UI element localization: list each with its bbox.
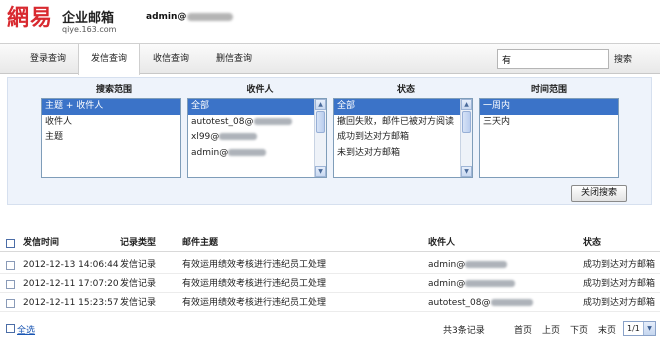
row-status: 成功到达对方邮箱 — [583, 298, 656, 308]
scroll-thumb[interactable] — [462, 111, 471, 133]
row-status: 成功到达对方邮箱 — [583, 279, 656, 289]
row-type: 发信记录 — [120, 260, 157, 270]
row-time: 2012-12-13 14:06:44 — [23, 260, 119, 270]
redacted-domain — [187, 12, 234, 21]
scope-listbox[interactable]: 主题 + 收件人 收件人 主题 — [41, 98, 181, 178]
scroll-up-icon[interactable]: ▲ — [315, 99, 326, 110]
status-scrollbar[interactable]: ▲ ▼ — [460, 99, 472, 177]
filter-time-title: 时间范围 — [530, 85, 567, 95]
table-row[interactable]: 2012-12-13 14:06:44 发信记录 有效运用绩效考核进行违纪员工处… — [0, 256, 660, 274]
scope-option[interactable]: 主题 — [42, 130, 180, 146]
scope-option[interactable]: 收件人 — [42, 115, 180, 131]
filter-scope-title: 搜索范围 — [95, 85, 132, 95]
recipient-listbox[interactable]: 全部 autotest_08@ xl99@ admin@ ▲ ▼ — [187, 98, 327, 178]
status-option[interactable]: 撤回失败，邮件已被对方阅读 — [334, 115, 472, 131]
table-header-row: 发信时间 记录类型 邮件主题 收件人 状态 — [0, 234, 660, 252]
row-type: 发信记录 — [120, 279, 157, 289]
row-status: 成功到达对方邮箱 — [583, 260, 656, 270]
prev-page-link[interactable]: 上页 — [542, 323, 560, 336]
status-listbox[interactable]: 全部 撤回失败，邮件已被对方阅读 成功到达对方邮箱 未到达对方邮箱 ▲ ▼ — [333, 98, 473, 178]
row-time: 2012-12-11 17:07:20 — [23, 279, 119, 289]
row-subject[interactable]: 有效运用绩效考核进行违纪员工处理 — [182, 294, 326, 312]
time-range-listbox[interactable]: 一周内 三天内 — [479, 98, 619, 178]
redacted-domain — [490, 299, 533, 306]
recipient-scrollbar[interactable]: ▲ ▼ — [314, 99, 326, 177]
tab-delete-query[interactable]: 删信查询 — [205, 44, 263, 74]
table-row[interactable]: 2012-12-11 17:07:20 发信记录 有效运用绩效考核进行违纪员工处… — [0, 275, 660, 293]
status-option[interactable]: 未到达对方邮箱 — [334, 146, 472, 162]
recipient-option[interactable]: autotest_08@ — [188, 115, 326, 131]
redacted-domain — [465, 261, 508, 268]
row-recipient: admin@ — [428, 275, 516, 293]
netease-logo: 網易 — [7, 5, 54, 31]
column-header-time: 发信时间 — [23, 238, 60, 248]
record-count: 共3条记录 — [443, 326, 485, 336]
table-footer: 全选 共3条记录 首页 上页 下页 末页 1/1 ▼ — [0, 320, 660, 338]
last-page-link[interactable]: 末页 — [598, 323, 616, 336]
tab-login-query[interactable]: 登录查询 — [19, 44, 77, 74]
column-header-subject: 邮件主题 — [182, 238, 219, 248]
time-range-option[interactable]: 一周内 — [480, 99, 618, 115]
tab-receive-query[interactable]: 收信查询 — [142, 44, 200, 74]
scroll-down-icon[interactable]: ▼ — [315, 166, 326, 177]
redacted-domain — [253, 117, 292, 125]
account-user: admin@ — [146, 12, 187, 22]
row-checkbox[interactable] — [6, 299, 15, 308]
app-header: 網易 企业邮箱 qiye.163.com admin@ — [0, 0, 660, 42]
filter-recipient-title: 收件人 — [246, 85, 274, 95]
time-range-option[interactable]: 三天内 — [480, 115, 618, 131]
row-recipient: autotest_08@ — [428, 294, 533, 312]
redacted-domain — [228, 148, 267, 156]
row-subject[interactable]: 有效运用绩效考核进行违纪员工处理 — [182, 275, 326, 293]
scroll-down-icon[interactable]: ▼ — [461, 166, 472, 177]
select-all-link[interactable]: 全选 — [17, 323, 35, 336]
scope-option[interactable]: 主题 + 收件人 — [42, 99, 180, 115]
column-header-recipient: 收件人 — [428, 238, 456, 248]
row-time: 2012-12-11 15:23:57 — [23, 298, 119, 308]
row-checkbox[interactable] — [6, 261, 15, 270]
first-page-link[interactable]: 首页 — [514, 323, 532, 336]
close-search-button[interactable]: 关闭搜索 — [571, 185, 627, 202]
recipient-option[interactable]: 全部 — [188, 99, 326, 115]
query-tabbar: 登录查询 发信查询 收信查询 删信查询 搜索 — [0, 43, 660, 75]
select-all-checkbox[interactable] — [6, 324, 15, 333]
row-type: 发信记录 — [120, 298, 157, 308]
search-filter-panel: 搜索范围 收件人 状态 时间范围 主题 + 收件人 收件人 主题 全部 auto… — [7, 77, 652, 205]
scroll-thumb[interactable] — [316, 111, 325, 133]
tab-send-query[interactable]: 发信查询 — [78, 44, 140, 75]
column-header-status: 状态 — [583, 238, 602, 248]
select-all-checkbox[interactable] — [6, 239, 15, 248]
recipient-option[interactable]: admin@ — [188, 146, 326, 162]
search-input[interactable] — [497, 49, 609, 69]
account-name: admin@ — [146, 12, 234, 22]
product-title: 企业邮箱 — [62, 11, 115, 26]
chevron-down-icon[interactable]: ▼ — [643, 322, 655, 335]
product-subtitle: qiye.163.com — [62, 25, 117, 34]
column-header-type: 记录类型 — [120, 238, 157, 248]
row-checkbox[interactable] — [6, 280, 15, 289]
filter-status-title: 状态 — [396, 85, 415, 95]
page-select[interactable]: 1/1 ▼ — [623, 321, 656, 336]
recipient-option[interactable]: xl99@ — [188, 130, 326, 146]
scroll-up-icon[interactable]: ▲ — [461, 99, 472, 110]
status-option[interactable]: 成功到达对方邮箱 — [334, 130, 472, 146]
redacted-domain — [219, 133, 258, 140]
search-button[interactable]: 搜索 — [614, 52, 632, 65]
row-recipient: admin@ — [428, 256, 508, 274]
table-row[interactable]: 2012-12-11 15:23:57 发信记录 有效运用绩效考核进行违纪员工处… — [0, 294, 660, 312]
redacted-domain — [465, 280, 516, 287]
next-page-link[interactable]: 下页 — [570, 323, 588, 336]
row-subject[interactable]: 有效运用绩效考核进行违纪员工处理 — [182, 256, 326, 274]
status-option[interactable]: 全部 — [334, 99, 472, 115]
